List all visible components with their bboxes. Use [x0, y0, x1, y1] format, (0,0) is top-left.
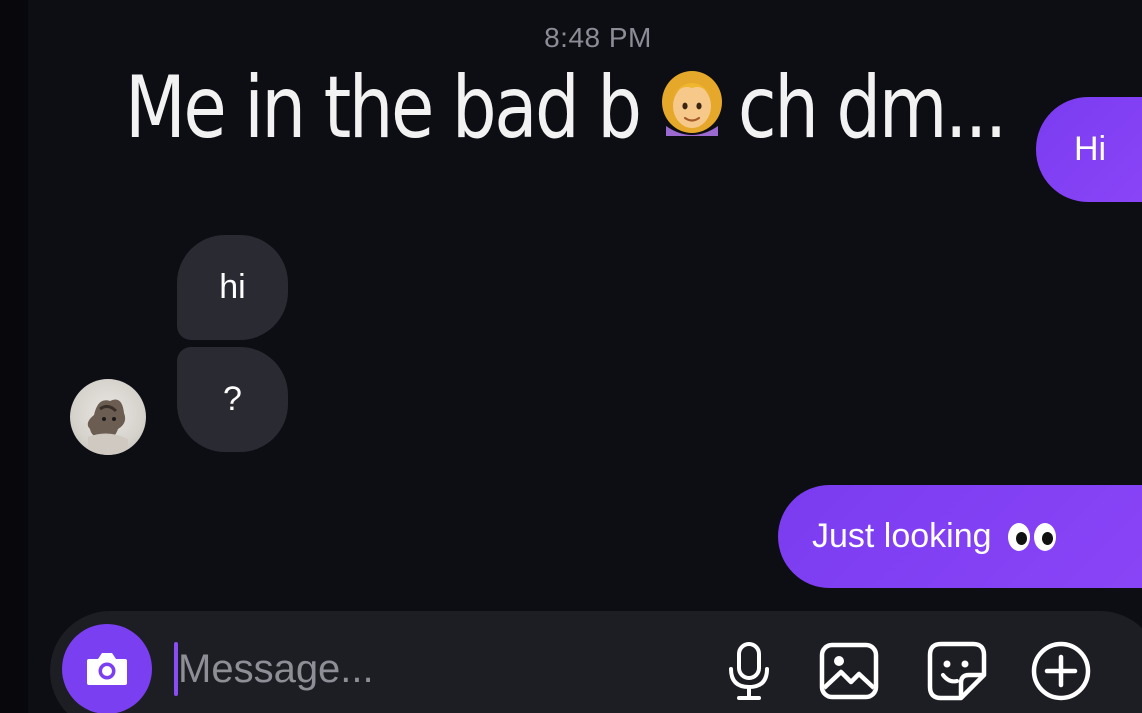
chat-screen: 8:48 PM Me in the bad b ch dm... Hi hi ?… — [0, 0, 1142, 713]
microphone-button[interactable] — [718, 640, 780, 702]
sticker-icon — [927, 641, 987, 701]
sticker-button[interactable] — [926, 640, 988, 702]
eye — [1007, 522, 1030, 551]
outgoing-message[interactable]: Just looking — [778, 485, 1142, 588]
eyes-emoji-icon — [1007, 522, 1056, 551]
incoming-message[interactable]: hi — [177, 235, 288, 340]
message-text: ? — [223, 380, 242, 418]
left-edge — [0, 0, 28, 713]
woman-emoji-icon — [662, 71, 722, 136]
message-text: Hi — [1073, 130, 1107, 168]
microphone-icon — [729, 642, 769, 700]
plus-circle-icon — [1031, 641, 1091, 701]
message-timestamp: 8:48 PM — [544, 22, 652, 53]
incoming-message[interactable]: ? — [177, 347, 288, 452]
more-options-button[interactable] — [1030, 640, 1092, 702]
message-input[interactable] — [178, 638, 678, 700]
message-text: hi — [219, 268, 246, 306]
message-text: Just looking — [812, 517, 992, 555]
gallery-icon — [819, 642, 879, 700]
outgoing-message[interactable]: Hi — [1036, 97, 1142, 202]
eye — [1033, 522, 1056, 551]
camera-button[interactable] — [62, 624, 152, 713]
meme-caption: Me in the bad b ch dm... — [125, 58, 1007, 158]
gallery-button[interactable] — [818, 640, 880, 702]
sender-avatar[interactable] — [70, 379, 146, 455]
avatar-image — [87, 399, 128, 455]
camera-icon — [87, 653, 127, 685]
